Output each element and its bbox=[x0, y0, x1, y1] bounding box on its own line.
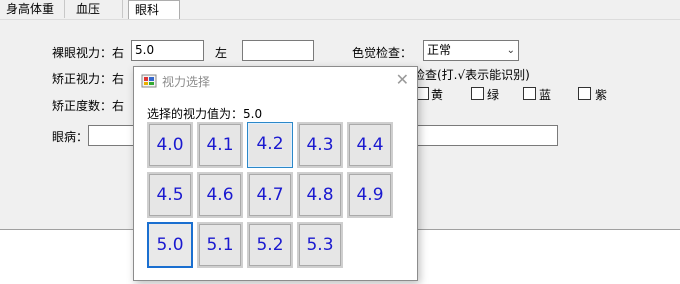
vision-button-5-0[interactable]: 5.0 bbox=[147, 222, 193, 268]
color-purple-checkbox[interactable] bbox=[578, 87, 591, 100]
vision-select-dialog: 视力选择 ✕ 选择的视力值为：5.0 4.0 4.1 4.2 4.3 4.4 4… bbox=[133, 66, 418, 281]
vision-button-5-2[interactable]: 5.2 bbox=[247, 222, 293, 268]
vision-button-4-5[interactable]: 4.5 bbox=[147, 172, 193, 218]
vision-button-5-1[interactable]: 5.1 bbox=[197, 222, 243, 268]
color-green-label: 绿 bbox=[487, 88, 500, 102]
vision-button-4-9[interactable]: 4.9 bbox=[347, 172, 393, 218]
vision-button-5-3[interactable]: 5.3 bbox=[297, 222, 343, 268]
vision-button-4-7[interactable]: 4.7 bbox=[247, 172, 293, 218]
color-blue-label: 蓝 bbox=[539, 88, 552, 102]
naked-vision-right-input[interactable]: 5.0 bbox=[131, 40, 204, 61]
vision-button-4-2[interactable]: 4.2 bbox=[247, 122, 293, 168]
tab-separator bbox=[64, 0, 65, 18]
tab-separator bbox=[122, 0, 123, 18]
vision-button-4-1[interactable]: 4.1 bbox=[197, 122, 243, 168]
vision-button-4-4[interactable]: 4.4 bbox=[347, 122, 393, 168]
chevron-down-icon: ⌄ bbox=[506, 45, 515, 56]
tab-height-weight[interactable]: 身高体重 bbox=[0, 0, 60, 19]
tab-strip: 身高体重 血压 眼科 bbox=[0, 0, 680, 20]
tab-blood-pressure[interactable]: 血压 bbox=[70, 0, 106, 19]
eye-disease-label: 眼病： bbox=[52, 130, 89, 144]
dialog-title: 视力选择 bbox=[162, 75, 211, 89]
app-icon bbox=[141, 74, 157, 88]
naked-vision-label: 裸眼视力：右 bbox=[52, 46, 125, 60]
left-label: 左 bbox=[215, 46, 228, 60]
selected-value-prompt: 选择的视力值为：5.0 bbox=[147, 107, 263, 121]
tab-ophthalmology[interactable]: 眼科 bbox=[128, 0, 180, 20]
tab-underline bbox=[0, 19, 680, 20]
color-check-value: 正常 bbox=[427, 43, 452, 57]
color-check-select[interactable]: 正常 ⌄ bbox=[423, 40, 519, 61]
color-test-label: 检查(打.√表示能识别) bbox=[413, 68, 530, 82]
color-purple-label: 紫 bbox=[595, 88, 608, 102]
corrected-vision-label: 矫正视力：右 bbox=[52, 72, 125, 86]
color-check-label: 色觉检查： bbox=[352, 46, 413, 60]
color-yellow-label: 黄 bbox=[431, 88, 444, 102]
vision-button-4-0[interactable]: 4.0 bbox=[147, 122, 193, 168]
naked-vision-left-input[interactable] bbox=[242, 40, 314, 61]
vision-button-4-3[interactable]: 4.3 bbox=[297, 122, 343, 168]
vision-button-4-6[interactable]: 4.6 bbox=[197, 172, 243, 218]
corrected-degree-label: 矫正度数：右 bbox=[52, 99, 125, 113]
color-blue-checkbox[interactable] bbox=[523, 87, 536, 100]
vision-button-4-8[interactable]: 4.8 bbox=[297, 172, 343, 218]
close-icon[interactable]: ✕ bbox=[396, 70, 409, 90]
color-green-checkbox[interactable] bbox=[471, 87, 484, 100]
dialog-title-bar: 视力选择 ✕ bbox=[134, 67, 417, 95]
